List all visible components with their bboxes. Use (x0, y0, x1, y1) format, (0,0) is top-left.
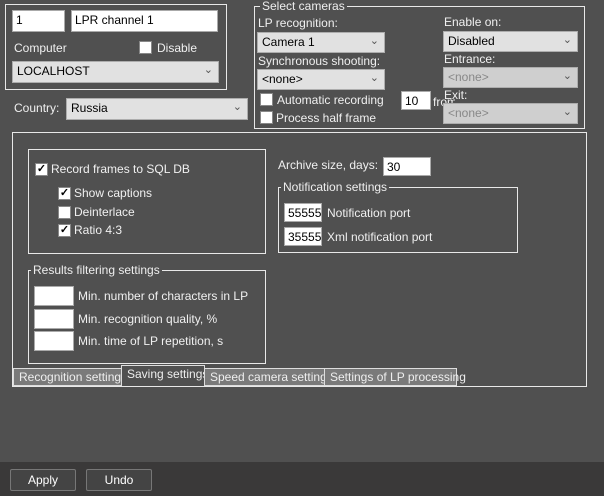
xml-port-input[interactable]: 35555 (284, 227, 322, 246)
channel-id-input[interactable]: 1 (12, 10, 65, 32)
archive-size-label: Archive size, days: (278, 158, 379, 172)
show-captions-checkbox[interactable]: ✓ (58, 187, 71, 200)
half-frame-checkbox[interactable] (260, 111, 273, 124)
entrance-value: <none> (448, 70, 489, 84)
chevron-down-icon: ⌄ (562, 34, 572, 46)
min-chars-label: Min. number of characters in LP (78, 289, 249, 303)
country-value: Russia (71, 101, 108, 115)
min-quality-input[interactable] (34, 309, 74, 329)
filtering-legend: Results filtering settings (31, 263, 162, 277)
sync-value: <none> (262, 72, 303, 86)
archive-size-input[interactable]: 30 (383, 157, 431, 176)
xml-port-label: Xml notification port (327, 230, 433, 244)
lp-recognition-label: LP recognition: (258, 16, 338, 30)
disable-checkbox[interactable] (139, 41, 152, 54)
computer-label: Computer (14, 41, 67, 55)
record-frames-checkbox[interactable]: ✓ (35, 163, 48, 176)
chevron-down-icon: ⌄ (203, 64, 213, 76)
undo-button[interactable]: Undo (86, 469, 152, 491)
deinterlace-label: Deinterlace (74, 205, 135, 219)
lp-recognition-select[interactable]: Camera 1 ⌄ (257, 32, 385, 53)
enable-on-select[interactable]: Disabled ⌄ (443, 31, 578, 52)
disable-label: Disable (157, 41, 198, 55)
sync-label: Synchronous shooting: (258, 54, 381, 68)
notification-port-label: Notification port (327, 206, 411, 220)
country-label: Country: (14, 101, 60, 115)
chevron-down-icon: ⌄ (562, 70, 572, 82)
record-frames-label: Record frames to SQL DB (51, 162, 190, 176)
tab-lp-processing[interactable]: Settings of LP processing (324, 368, 466, 386)
channel-name-input[interactable]: LPR channel 1 (71, 10, 218, 32)
entrance-select[interactable]: <none> ⌄ (443, 67, 578, 88)
country-select[interactable]: Russia ⌄ (66, 98, 248, 120)
chevron-down-icon: ⌄ (232, 101, 242, 113)
ratio-label: Ratio 4:3 (74, 223, 123, 237)
computer-select[interactable]: LOCALHOST ⌄ (12, 61, 219, 83)
notification-port-input[interactable]: 55555 (284, 203, 322, 222)
min-time-label: Min. time of LP repetition, s (78, 334, 224, 348)
chevron-down-icon: ⌄ (562, 106, 572, 118)
half-frame-label: Process half frame (276, 111, 377, 125)
sync-select[interactable]: <none> ⌄ (257, 69, 385, 90)
select-cameras-legend: Select cameras (260, 0, 347, 13)
notification-legend: Notification settings (281, 180, 390, 194)
show-captions-label: Show captions (74, 186, 153, 200)
from-input[interactable]: 10 (401, 91, 431, 110)
chevron-down-icon: ⌄ (369, 72, 379, 84)
exit-select[interactable]: <none> ⌄ (443, 103, 578, 124)
min-chars-input[interactable] (34, 286, 74, 306)
tab-saving-settings[interactable]: Saving settings (121, 365, 208, 386)
ratio-checkbox[interactable]: ✓ (58, 224, 71, 237)
min-quality-label: Min. recognition quality, % (78, 312, 218, 326)
exit-value: <none> (448, 106, 489, 120)
tab-speed-camera-settings[interactable]: Speed camera settings (204, 368, 333, 386)
deinterlace-checkbox[interactable] (58, 206, 71, 219)
auto-recording-label: Automatic recording (277, 93, 384, 107)
exit-label: Exit: (444, 88, 468, 102)
min-time-input[interactable] (34, 331, 74, 351)
entrance-label: Entrance: (444, 52, 496, 66)
lp-recognition-value: Camera 1 (262, 35, 315, 49)
computer-value: LOCALHOST (17, 64, 90, 78)
enable-on-value: Disabled (448, 34, 495, 48)
auto-recording-checkbox[interactable] (260, 93, 273, 106)
chevron-down-icon: ⌄ (369, 35, 379, 47)
tab-recognition-settings[interactable]: Recognition settings (13, 368, 127, 386)
enable-on-label: Enable on: (444, 15, 502, 29)
apply-button[interactable]: Apply (10, 469, 76, 491)
